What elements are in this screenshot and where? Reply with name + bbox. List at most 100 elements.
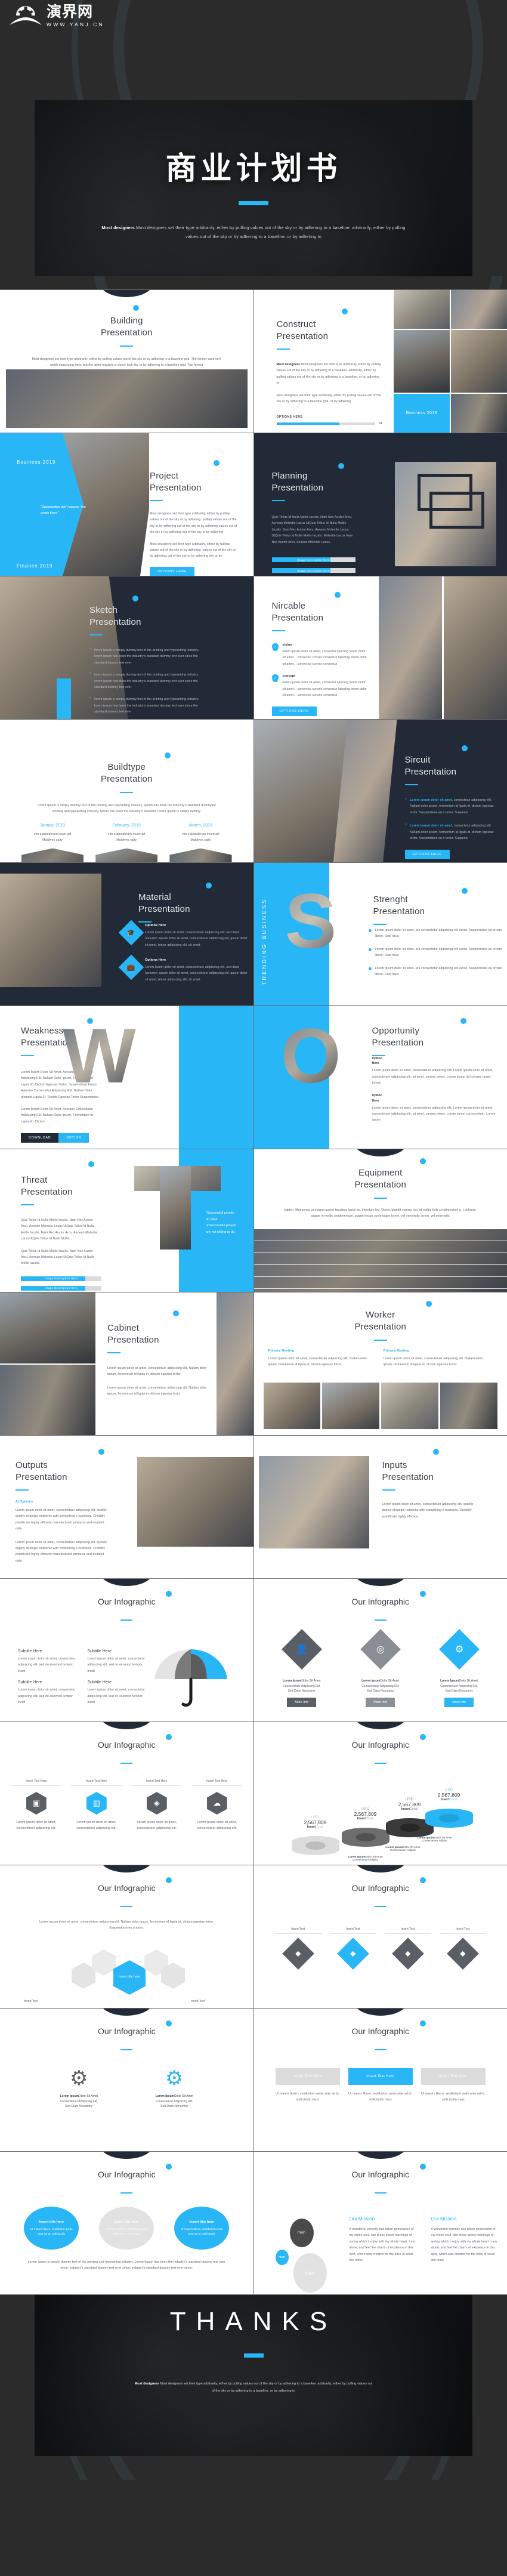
box-item: Insert Text Here Ut mauris libero, vesti… <box>275 2068 340 2103</box>
more-info-button[interactable]: More Info <box>444 1698 474 1707</box>
accent-dot <box>341 308 348 314</box>
accent-dot <box>166 1877 172 1883</box>
hero-subtitle-text: Most designers set their type arbitraril… <box>136 225 406 240</box>
image-description-bar-2[interactable]: Image Description Here <box>271 568 355 573</box>
slide-inputs[interactable]: Inputs Presentation Lorem ipsum dolor si… <box>254 1436 507 1578</box>
slide-project[interactable]: Business 2019 Finance 2019 "Opportunitie… <box>0 433 254 576</box>
option-button[interactable]: OPTION <box>58 1133 89 1143</box>
slide-photo <box>0 1292 95 1363</box>
slide-body-1: Most designers Most designers set their … <box>277 362 382 387</box>
slide-equipment[interactable]: Equipment Presentation sapien. Maecenas … <box>254 1149 507 1292</box>
slide-planning[interactable]: Planning Presentation Quis Tellus Id Nul… <box>254 433 507 576</box>
more-info-button[interactable]: More Info <box>366 1698 395 1707</box>
slide-rule <box>16 1489 29 1491</box>
insert-label: Insert <box>307 1825 316 1829</box>
logo-url: WWW.YANJ.CN <box>47 21 104 27</box>
slide-sircuit[interactable]: Sircuit Presentation ○ Lorem ipsum dolor … <box>254 720 507 862</box>
ellipse-item[interactable]: Insert title here Ut mauris libero, vest… <box>174 2207 230 2250</box>
more-info-button[interactable]: More Info <box>287 1698 317 1707</box>
slide-body-2: Quis Tellus Id Nulla Mollis Iaculis. Nam… <box>21 1249 95 1266</box>
item-line3: Sed Diam Nonummy <box>160 2105 188 2108</box>
item-body: Lorem ipsum dolor sit amet, consectetuer… <box>16 1821 57 1831</box>
slide-photo-grid: Business 2019 <box>394 290 507 433</box>
box-body: Ut mauris libero, vestibulum pede ante a… <box>348 2092 413 2102</box>
image-description-bar-2[interactable]: Image Description Here <box>21 1285 101 1291</box>
slide-title-line2: Presentation <box>100 328 153 338</box>
bullet-text: Lorem ipsum dolor sit amet, era consecte… <box>375 947 502 958</box>
slide-outputs[interactable]: Outputs Presentation At Optimize Lorem i… <box>0 1436 254 1578</box>
infographic-rule <box>120 1906 133 1907</box>
slide-title-line1: Project <box>150 471 179 481</box>
infographic-diamond-row[interactable]: Our Infographic Insert Text ◆ Insert Tex… <box>254 1865 507 2008</box>
slide-badge: Business 2019 <box>394 393 450 433</box>
accent-dot <box>87 1018 93 1024</box>
dot-bullet-icon <box>368 929 372 932</box>
thanks-title: THANKS <box>169 2307 338 2336</box>
bubble-main-dark: main <box>289 2219 314 2247</box>
slide-photo <box>0 1364 95 1435</box>
infographic-diamonds[interactable]: Our Infographic 👤 Lorem IpsumDolor Sit A… <box>254 1579 507 1722</box>
slide-worker[interactable]: Worker Presentation Primary Meeting Lore… <box>254 1292 507 1435</box>
month-line-2: Maldives salty <box>116 838 137 843</box>
infographic-ellipses[interactable]: Our Infographic Insert title here Ut mau… <box>0 2152 254 2294</box>
check-pin-icon: ✓ <box>271 643 279 651</box>
infographic-gears[interactable]: Our Infographic ⚙ Lorem IpsumDolor Sit A… <box>0 2009 254 2151</box>
item-title-rest: Dolor Sit Amet <box>380 1679 400 1683</box>
progress-bar[interactable] <box>276 422 375 425</box>
slide-body-1: Quis Tellus Id Nulla Mollis Iaculis. Nam… <box>21 1218 98 1241</box>
infographic-boxes[interactable]: Our Infographic Insert Text Here Ut maur… <box>254 2009 507 2151</box>
slide-photo <box>0 874 101 987</box>
hex-items: Insert Text Here ▣ Lorem ipsum dolor sit… <box>0 1779 254 1832</box>
item-label: Insert Text <box>274 1927 321 1934</box>
slide-weakness[interactable]: W Weakness Presentation Lorem Ipsum Dolo… <box>0 1006 254 1149</box>
infographic-footer: Lorem Ipsum is simply dummy text of the … <box>27 2260 225 2270</box>
slide-building[interactable]: Building Presentation Most designers set… <box>0 290 254 433</box>
accent-dot <box>419 1591 426 1597</box>
slide-title-line2: Presentation <box>354 1180 407 1190</box>
options-button[interactable]: OPTIONS HERE <box>271 707 317 717</box>
options-button[interactable]: OPTIONS HERE <box>150 566 195 576</box>
ellipse-item[interactable]: Insert title here Ut mauris libero, vest… <box>24 2207 79 2250</box>
slide-opportunity[interactable]: O Opportunity Presentation Option Here L… <box>254 1006 507 1149</box>
image-description-bar-1[interactable]: Image Description Here <box>271 557 355 563</box>
slide-nircable[interactable]: Nircable Presentation ✓ vision lorem ips… <box>254 576 507 719</box>
option-body: Lorem ipsum dolor sit amet, consectetuer… <box>372 1069 493 1085</box>
accent-dot <box>166 1734 172 1740</box>
site-logo[interactable]: 演界网 WWW.YANJ.CN <box>8 4 104 29</box>
slide-title-line2: Presentation <box>107 1335 159 1346</box>
slide-title-line1: Sketch <box>89 605 118 615</box>
bullet-text: lorem ipsum is simply dummy text of the … <box>94 698 199 714</box>
infographic-rule <box>374 1906 387 1907</box>
download-button[interactable]: DOWNLOAD <box>21 1133 59 1143</box>
ellipse-title: Insert title here <box>189 2220 215 2224</box>
item-line2: Consectetuer Adipiscing Elit, <box>440 1685 478 1688</box>
item-title-rest: Dolor Sit Amet <box>301 1679 321 1683</box>
mission-body: A wonderful serenity has taken possessio… <box>431 2228 497 2263</box>
slide-sketch[interactable]: Sketch Presentation • lorem ipsum is simp… <box>0 576 254 719</box>
infographic-umbrella[interactable]: Our Infographic Subtitle Here Lorem ipsum… <box>0 1579 254 1722</box>
options-button[interactable]: OPTIONS HERE <box>404 850 450 860</box>
accent-dot <box>165 752 171 758</box>
infographic-hex-cluster[interactable]: Our Infographic Lorem ipsum dolor sit am… <box>0 1865 254 2008</box>
diamond-icon: ◆ <box>336 1938 369 1970</box>
slide-strenght[interactable]: TRENDING BUSINESS S Strenght Presentatio… <box>254 863 507 1005</box>
accent-panel <box>178 1006 254 1149</box>
slide-threat[interactable]: "Successful people do what unsuccessful … <box>0 1149 254 1292</box>
slide-material[interactable]: Material Presentation 🎓 Options Here Lor… <box>0 863 254 1005</box>
infographic-mission[interactable]: Our Infographic main main main Our Missi… <box>254 2152 507 2294</box>
item-body: Lorem ipsum dolor sit amet, consectetuer… <box>197 1821 237 1831</box>
slide-buildtype[interactable]: Buildtype Presentation Lorem Ipsum is si… <box>0 720 254 862</box>
slide-cabinet[interactable]: Cabinet Presentation Lorem ipsum dolor s… <box>0 1292 254 1435</box>
slide-construct[interactable]: Construct Presentation Most designers Mo… <box>254 290 507 433</box>
cylinder-shape <box>425 1809 473 1828</box>
bullet-icon: • <box>89 672 91 676</box>
image-description-bar-1[interactable]: Image Description Here <box>21 1276 101 1281</box>
gear-items: ⚙ Lorem IpsumDolor Sit Amet Consectetuer… <box>0 2068 254 2108</box>
ellipse-item[interactable]: Insert title here Ut mauris libero, vest… <box>99 2207 154 2250</box>
infographic-hex-row[interactable]: Our Infographic Insert Text Here ▣ Lorem… <box>0 1722 254 1865</box>
hero-title: 商业计划书 <box>165 152 342 186</box>
item-title-bold: Lorem Ipsum <box>155 2094 174 2098</box>
progress-value: 64 <box>378 422 382 426</box>
infographic-cylinders[interactable]: Our Infographic USD 2,567,809 InsertDeta… <box>254 1722 507 1865</box>
accent-dot <box>98 1449 104 1455</box>
